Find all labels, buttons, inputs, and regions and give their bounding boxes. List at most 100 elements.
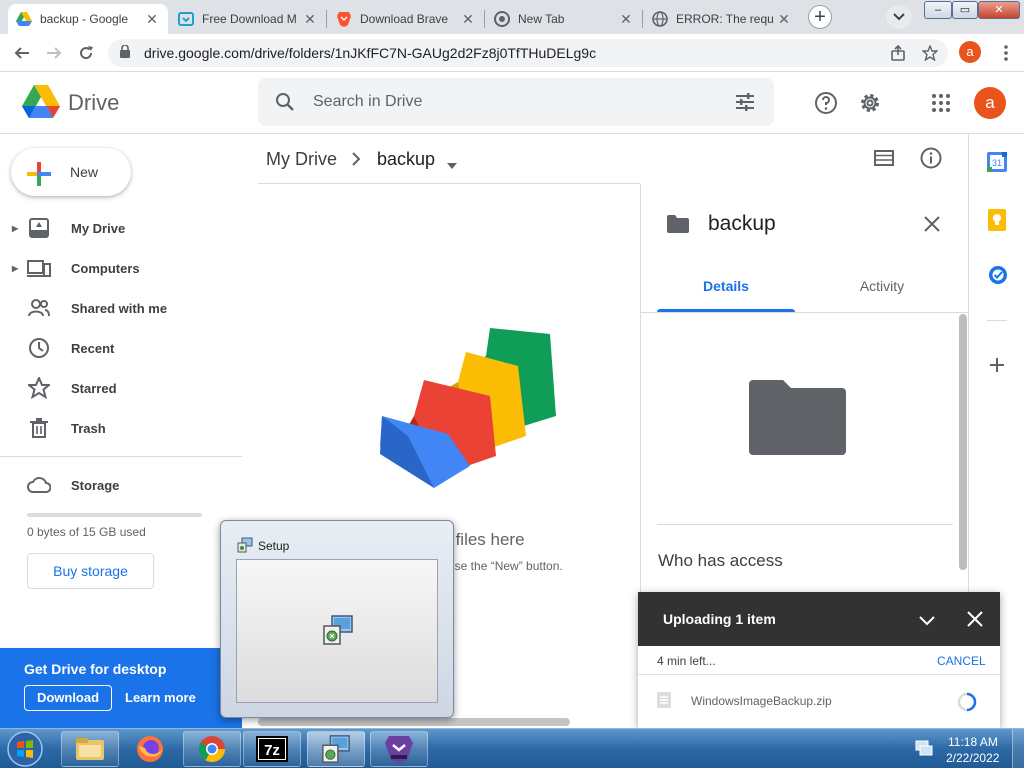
details-section-divider bbox=[657, 524, 953, 525]
clock-time[interactable]: 11:18 AM bbox=[948, 735, 998, 749]
new-button[interactable]: New bbox=[11, 148, 131, 196]
network-icon[interactable] bbox=[915, 739, 933, 762]
tab-new-tab[interactable]: New Tab ✕ bbox=[486, 4, 642, 34]
upload-progress-panel: Uploading 1 item 4 min left... CANCEL Wi… bbox=[638, 592, 1000, 728]
tab-download-brave[interactable]: Download Brave ✕ bbox=[328, 4, 484, 34]
sidebar-item-trash[interactable]: Trash bbox=[0, 410, 242, 446]
sidebar-item-label: My Drive bbox=[71, 220, 126, 236]
more-vert-icon bbox=[1004, 45, 1008, 61]
promo-download-button[interactable]: Download bbox=[24, 685, 112, 711]
keep-icon[interactable] bbox=[988, 209, 1006, 236]
apps-grid-icon[interactable] bbox=[932, 94, 950, 117]
main-header-divider bbox=[258, 183, 640, 184]
taskbar-setup-button[interactable] bbox=[307, 731, 365, 767]
dropdown-arrow-icon[interactable] bbox=[447, 156, 457, 174]
upload-divider bbox=[638, 674, 1000, 675]
profile-avatar[interactable]: a bbox=[959, 41, 981, 63]
start-button-icon[interactable] bbox=[5, 730, 45, 773]
close-upload-icon[interactable] bbox=[967, 611, 983, 632]
drive-logo-icon[interactable] bbox=[22, 85, 60, 124]
sidebar-item-computers[interactable]: ▶ Computers bbox=[0, 250, 242, 286]
settings-gear-icon[interactable] bbox=[858, 91, 882, 120]
horizontal-scrollbar[interactable] bbox=[258, 718, 570, 726]
plus-multicolor-icon bbox=[27, 162, 51, 191]
breadcrumb-my-drive[interactable]: My Drive bbox=[266, 149, 337, 170]
tab-title: Free Download M bbox=[202, 12, 297, 26]
forward-button[interactable] bbox=[42, 41, 66, 65]
chrome-menu-button[interactable] bbox=[994, 41, 1018, 65]
buy-storage-button[interactable]: Buy storage bbox=[27, 553, 154, 589]
tasks-icon[interactable] bbox=[988, 265, 1008, 290]
breadcrumb-current-folder[interactable]: backup bbox=[377, 149, 435, 170]
expand-caret-icon[interactable]: ▶ bbox=[12, 224, 18, 233]
chrome-icon bbox=[494, 11, 510, 27]
sidebar-item-my-drive[interactable]: ▶ My Drive bbox=[0, 210, 242, 246]
bookmark-button[interactable] bbox=[918, 41, 942, 65]
close-details-icon[interactable] bbox=[924, 216, 940, 237]
tab-close-icon[interactable]: ✕ bbox=[618, 11, 634, 28]
side-panel-divider bbox=[987, 320, 1007, 321]
expand-caret-icon[interactable]: ▶ bbox=[12, 264, 18, 273]
address-bar[interactable]: drive.google.com/drive/folders/1nJKfFC7N… bbox=[108, 39, 948, 67]
installer-icon bbox=[322, 614, 354, 651]
upload-cancel-button[interactable]: CANCEL bbox=[937, 654, 986, 668]
add-addon-icon[interactable] bbox=[989, 357, 1005, 378]
minimize-button[interactable]: – bbox=[924, 1, 952, 19]
tab-separator bbox=[642, 10, 643, 28]
sidebar-item-storage[interactable]: Storage bbox=[0, 467, 242, 503]
tab-search-button[interactable] bbox=[886, 5, 912, 29]
tab-close-icon[interactable]: ✕ bbox=[144, 11, 160, 28]
tab-close-icon[interactable]: ✕ bbox=[302, 11, 318, 28]
sidebar-item-starred[interactable]: Starred bbox=[0, 370, 242, 406]
7zip-icon: 7z bbox=[256, 736, 288, 762]
sidebar-item-shared-with-me[interactable]: Shared with me bbox=[0, 290, 242, 326]
search-options-icon[interactable] bbox=[735, 93, 755, 116]
promo-learn-more-link[interactable]: Learn more bbox=[125, 690, 196, 705]
tab-details[interactable]: Details bbox=[657, 278, 795, 294]
share-button[interactable] bbox=[886, 41, 910, 65]
setup-window-preview[interactable]: Setup bbox=[220, 520, 454, 718]
tab-error-page[interactable]: ERROR: The requ ✕ bbox=[644, 4, 800, 34]
tab-title: New Tab bbox=[518, 12, 565, 26]
new-tab-button[interactable]: + bbox=[808, 5, 832, 29]
search-icon[interactable] bbox=[275, 92, 295, 117]
search-input[interactable]: Search in Drive bbox=[313, 93, 422, 111]
details-scrollbar[interactable] bbox=[959, 314, 967, 570]
sidebar-item-label: Computers bbox=[71, 260, 140, 276]
list-view-icon[interactable] bbox=[874, 150, 894, 171]
upload-time-left: 4 min left... bbox=[657, 654, 716, 668]
info-icon[interactable] bbox=[920, 147, 942, 174]
show-desktop-button[interactable] bbox=[1012, 729, 1024, 769]
new-button-label: New bbox=[70, 164, 99, 180]
tab-backup-google-drive[interactable]: backup - Google ✕ bbox=[8, 4, 168, 34]
help-icon[interactable] bbox=[814, 91, 838, 120]
clock-date[interactable]: 2/22/2022 bbox=[946, 751, 999, 765]
tab-close-icon[interactable]: ✕ bbox=[776, 11, 792, 28]
upload-file-name: WindowsImageBackup.zip bbox=[691, 694, 832, 708]
sidebar-item-recent[interactable]: Recent bbox=[0, 330, 242, 366]
arrow-right-icon bbox=[47, 47, 62, 59]
taskbar-explorer-button[interactable] bbox=[61, 731, 119, 767]
sidebar-item-label: Starred bbox=[71, 380, 117, 396]
tab-close-icon[interactable]: ✕ bbox=[460, 11, 476, 28]
svg-text:7z: 7z bbox=[264, 742, 280, 759]
taskbar-brave-nightly-button[interactable] bbox=[370, 731, 428, 767]
collapse-chevron-icon[interactable] bbox=[919, 613, 935, 631]
window-close-button[interactable]: ✕ bbox=[978, 1, 1020, 19]
folder-icon bbox=[667, 215, 689, 238]
taskbar-7zip-button[interactable]: 7z bbox=[243, 731, 301, 767]
tab-activity[interactable]: Activity bbox=[813, 278, 951, 294]
tab-title: ERROR: The requ bbox=[676, 12, 774, 26]
maximize-button[interactable]: ▭ bbox=[952, 1, 978, 19]
reload-button[interactable] bbox=[74, 41, 98, 65]
search-bar[interactable]: Search in Drive bbox=[258, 78, 774, 126]
back-button[interactable] bbox=[10, 41, 34, 65]
app-name[interactable]: Drive bbox=[68, 90, 119, 116]
calendar-icon[interactable]: 31 bbox=[987, 152, 1007, 177]
taskbar-firefox-button[interactable] bbox=[121, 731, 179, 767]
firefox-icon bbox=[137, 736, 163, 762]
tab-free-download[interactable]: Free Download M ✕ bbox=[170, 4, 326, 34]
upload-title: Uploading 1 item bbox=[663, 611, 776, 627]
taskbar-chrome-button[interactable] bbox=[183, 731, 241, 767]
account-avatar[interactable]: a bbox=[974, 87, 1006, 119]
